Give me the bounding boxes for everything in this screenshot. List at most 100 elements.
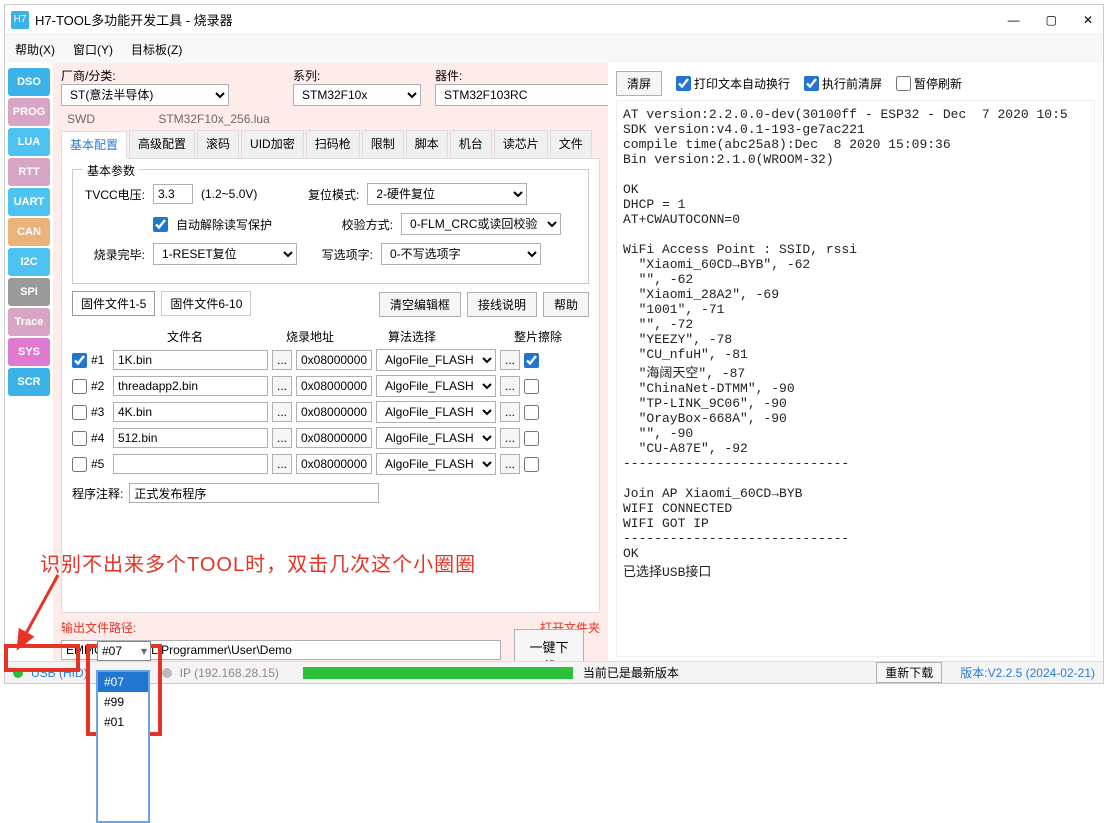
fw-algo-4[interactable]: AlgoFile_FLASH (376, 427, 496, 449)
usb-label[interactable]: USB (HID) (31, 666, 88, 680)
wire-help-button[interactable]: 接线说明 (467, 292, 537, 317)
menu-help[interactable]: 帮助(X) (15, 41, 55, 58)
fw-addr-4[interactable] (296, 428, 372, 448)
fw-erase-3[interactable] (524, 405, 539, 420)
fw-browse-2[interactable]: ... (272, 376, 292, 396)
config-tab-3[interactable]: UID加密 (241, 130, 304, 158)
fw-algo-browse-5[interactable]: ... (500, 454, 520, 474)
side-tab-spi[interactable]: SPI (8, 278, 50, 306)
fw-algo-browse-3[interactable]: ... (500, 402, 520, 422)
close-button[interactable]: ✕ (1079, 13, 1097, 27)
log-output[interactable]: AT version:2.2.0.0-dev(30100ff - ESP32 -… (616, 100, 1095, 657)
side-tab-trace[interactable]: Trace (8, 308, 50, 336)
menu-target[interactable]: 目标板(Z) (131, 41, 182, 58)
fw-algo-1[interactable]: AlgoFile_FLASH (376, 349, 496, 371)
fw-tab-6-10[interactable]: 固件文件6-10 (161, 291, 251, 316)
config-tab-6[interactable]: 脚本 (406, 130, 448, 158)
reset-select[interactable]: 2-硬件复位 (367, 183, 527, 205)
one-key-download-button[interactable]: 一键下载 (514, 629, 584, 661)
side-tab-prog[interactable]: PROG (8, 98, 50, 126)
vendor-label: 厂商/分类: (61, 67, 116, 84)
config-tab-5[interactable]: 限制 (362, 130, 404, 158)
help-button[interactable]: 帮助 (543, 292, 589, 317)
fw-name-3[interactable] (113, 402, 268, 422)
fw-browse-3[interactable]: ... (272, 402, 292, 422)
side-tab-rtt[interactable]: RTT (8, 158, 50, 186)
fw-addr-5[interactable] (296, 454, 372, 474)
autowrap-check[interactable] (676, 76, 691, 91)
outpath-label: 输出文件路径: (61, 619, 136, 636)
fw-algo-browse-1[interactable]: ... (500, 350, 520, 370)
menu-window[interactable]: 窗口(Y) (73, 41, 113, 58)
fw-enable-5[interactable] (72, 457, 87, 472)
side-tab-can[interactable]: CAN (8, 218, 50, 246)
fw-erase-2[interactable] (524, 379, 539, 394)
side-tab-i2c[interactable]: I2C (8, 248, 50, 276)
fw-enable-3[interactable] (72, 405, 87, 420)
fw-name-1[interactable] (113, 350, 268, 370)
config-tab-1[interactable]: 高级配置 (129, 130, 195, 158)
fw-browse-5[interactable]: ... (272, 454, 292, 474)
fw-enable-1[interactable] (72, 353, 87, 368)
fw-algo-browse-4[interactable]: ... (500, 428, 520, 448)
fw-erase-5[interactable] (524, 457, 539, 472)
fw-erase-4[interactable] (524, 431, 539, 446)
fw-name-5[interactable] (113, 454, 268, 474)
verify-select[interactable]: 0-FLM_CRC或读回校验 (401, 213, 561, 235)
ip-label[interactable]: IP (192.168.28.15) (180, 666, 279, 680)
fw-name-2[interactable] (113, 376, 268, 396)
notes-input[interactable] (129, 483, 379, 503)
side-tab-sys[interactable]: SYS (8, 338, 50, 366)
tool-id-option-99[interactable]: #99 (98, 692, 148, 712)
tvcc-input[interactable] (153, 184, 193, 204)
side-tab-scr[interactable]: SCR (8, 368, 50, 396)
minimize-button[interactable]: — (1004, 13, 1024, 27)
latest-label: 当前已是最新版本 (583, 664, 679, 681)
fw-addr-2[interactable] (296, 376, 372, 396)
version-label: 版本:V2.2.5 (2024-02-21) (960, 664, 1095, 681)
fw-name-4[interactable] (113, 428, 268, 448)
fw-addr-1[interactable] (296, 350, 372, 370)
fw-browse-1[interactable]: ... (272, 350, 292, 370)
fw-enable-4[interactable] (72, 431, 87, 446)
writeopt-select[interactable]: 0-不写选项字 (381, 243, 541, 265)
fw-algo-3[interactable]: AlgoFile_FLASH (376, 401, 496, 423)
tool-id-option-07[interactable]: #07 (98, 672, 148, 692)
config-tab-4[interactable]: 扫码枪 (306, 130, 360, 158)
rw-protect-check[interactable] (153, 217, 168, 232)
tool-id-combo[interactable]: #07 (97, 641, 151, 661)
pause-check[interactable] (896, 76, 911, 91)
fw-enable-2[interactable] (72, 379, 87, 394)
fw-idx: #5 (91, 457, 109, 471)
clearbefore-label: 执行前清屏 (822, 75, 882, 92)
fw-addr-3[interactable] (296, 402, 372, 422)
fw-browse-4[interactable]: ... (272, 428, 292, 448)
fw-algo-browse-2[interactable]: ... (500, 376, 520, 396)
fw-erase-1[interactable] (524, 353, 539, 368)
series-select[interactable]: STM32F10x (293, 84, 421, 106)
tab-content: 基本参数 TVCC电压: (1.2~5.0V) 复位模式: 2-硬件复位 (61, 158, 600, 613)
fw-algo-5[interactable]: AlgoFile_FLASH (376, 453, 496, 475)
fw-algo-2[interactable]: AlgoFile_FLASH (376, 375, 496, 397)
after-select[interactable]: 1-RESET复位 (153, 243, 297, 265)
redownload-button[interactable]: 重新下载 (876, 662, 942, 683)
side-tab-uart[interactable]: UART (8, 188, 50, 216)
config-tab-0[interactable]: 基本配置 (61, 131, 127, 159)
clear-log-button[interactable]: 清屏 (616, 71, 662, 96)
config-tabs: 基本配置高级配置滚码UID加密扫码枪限制脚本机台读芯片文件 (61, 130, 600, 158)
side-tab-lua[interactable]: LUA (8, 128, 50, 156)
fw-tab-1-5[interactable]: 固件文件1-5 (72, 291, 155, 316)
clear-edit-button[interactable]: 清空编辑框 (379, 292, 461, 317)
fw-row-4: #4...AlgoFile_FLASH... (72, 427, 589, 449)
vendor-select[interactable]: ST(意法半导体) (61, 84, 229, 106)
maximize-button[interactable]: ▢ (1042, 13, 1061, 27)
tool-id-dropdown[interactable]: #07#99#01 (96, 670, 150, 823)
config-tab-8[interactable]: 读芯片 (494, 130, 548, 158)
part-select[interactable]: STM32F103RC (435, 84, 608, 106)
tool-id-option-01[interactable]: #01 (98, 712, 148, 732)
config-tab-7[interactable]: 机台 (450, 130, 492, 158)
clearbefore-check[interactable] (804, 76, 819, 91)
config-tab-9[interactable]: 文件 (550, 130, 592, 158)
config-tab-2[interactable]: 滚码 (197, 130, 239, 158)
side-tab-dso[interactable]: DSO (8, 68, 50, 96)
